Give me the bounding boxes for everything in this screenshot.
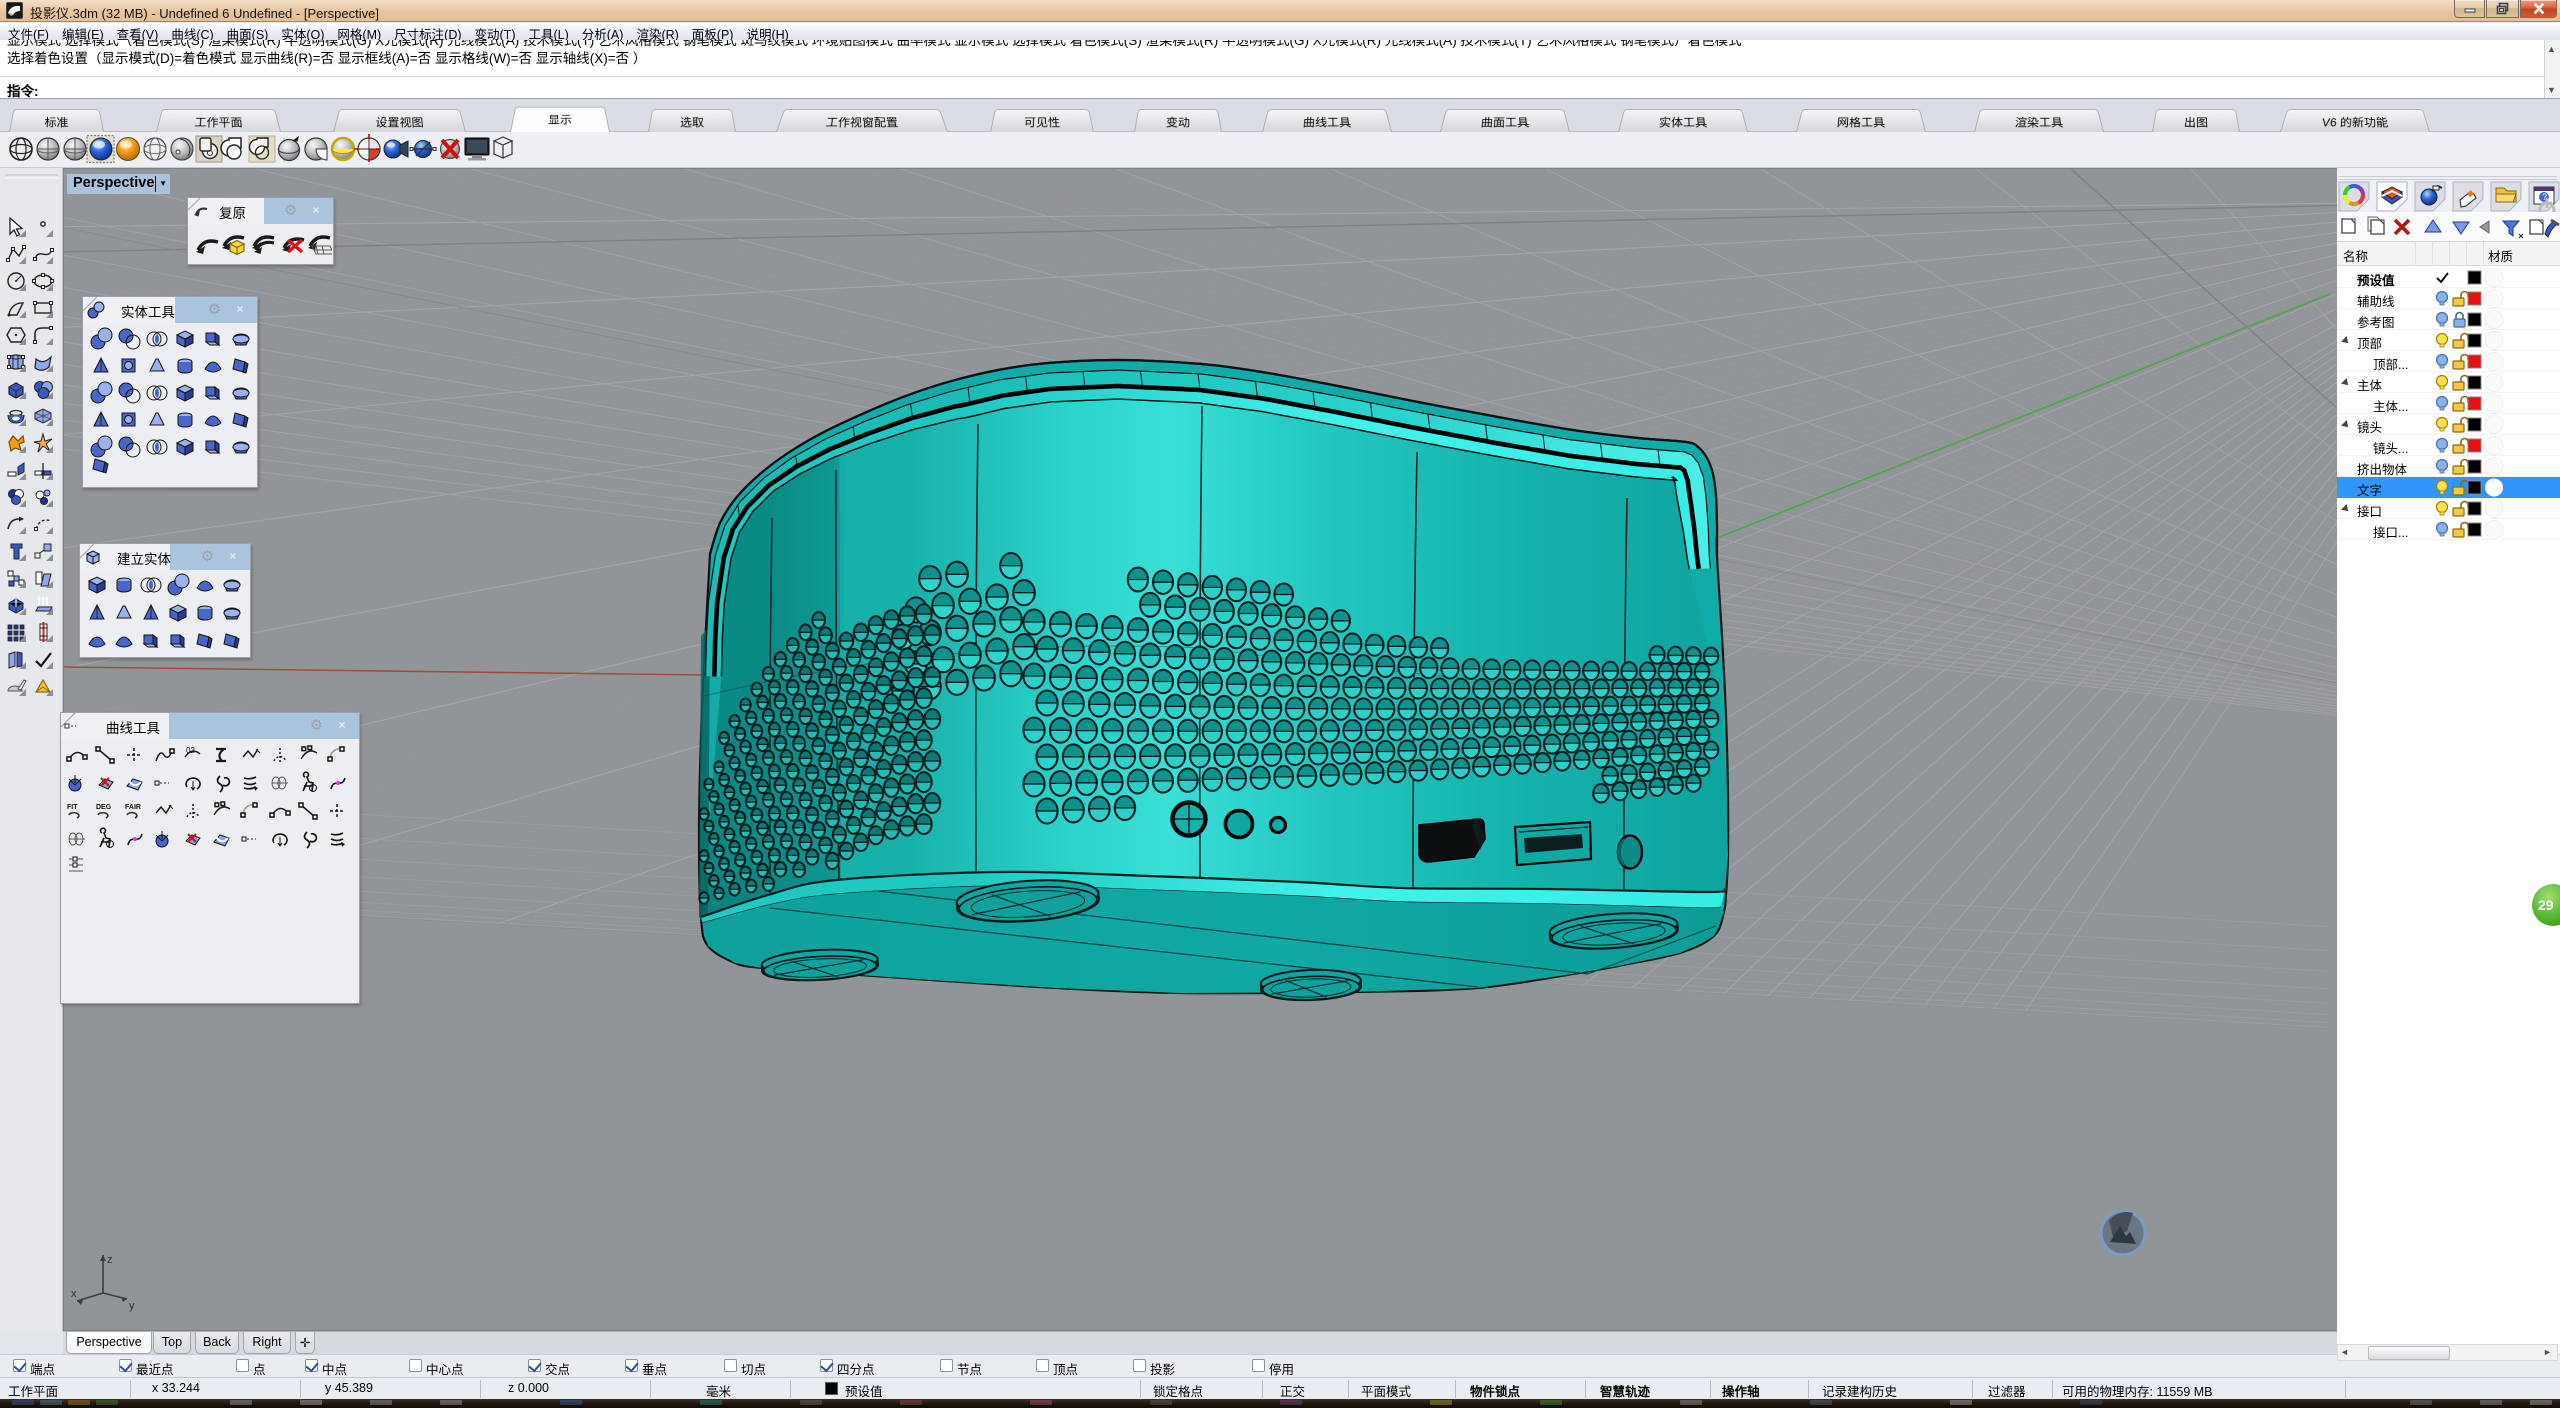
svg-text:FAIR: FAIR [125,804,141,811]
svg-text:02: 02 [186,746,195,755]
svg-text:29: 29 [2538,897,2554,913]
svg-text:DEG: DEG [96,804,112,811]
svg-text:x: x [71,1288,77,1300]
svg-text:FIT: FIT [67,804,78,811]
svg-text:z: z [107,1254,113,1266]
svg-text:y: y [129,1300,135,1312]
